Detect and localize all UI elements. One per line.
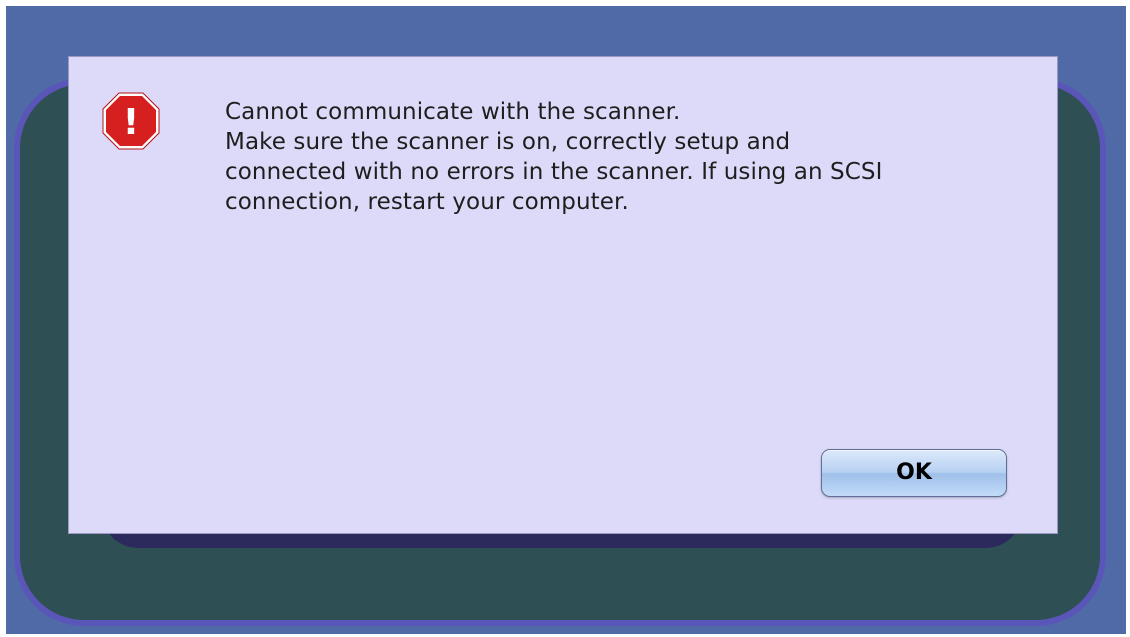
message-line: Cannot communicate with the scanner. [225, 99, 681, 125]
alert-dialog: ! Cannot communicate with the scanner. M… [68, 56, 1058, 534]
desktop-background: ! Cannot communicate with the scanner. M… [6, 6, 1126, 634]
message-line: connection, restart your computer. [225, 189, 629, 215]
message-line: connected with no errors in the scanner.… [225, 159, 883, 185]
ok-button[interactable]: OK [821, 449, 1007, 497]
alert-message: Cannot communicate with the scanner. Mak… [225, 97, 1025, 217]
message-line: Make sure the scanner is on, correctly s… [225, 129, 791, 155]
stop-alert-icon: ! [102, 92, 160, 150]
stop-alert-glyph: ! [123, 102, 139, 143]
